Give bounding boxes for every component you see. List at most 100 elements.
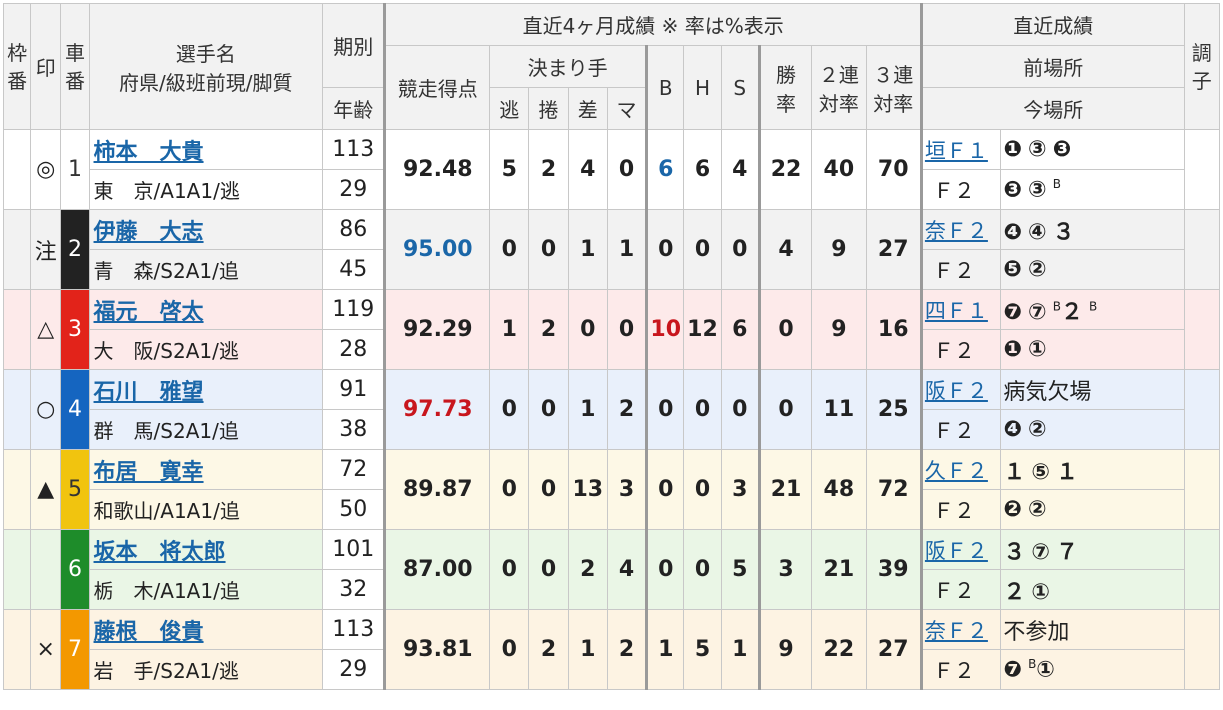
sashi-cell: 1 xyxy=(567,609,608,690)
prev-results: １⑤１ xyxy=(1003,459,1085,485)
makuri-cell: 0 xyxy=(528,369,569,450)
rider-pref-class-style: 大 阪/S2A1/逃 xyxy=(88,329,324,370)
header-k-makuri: 捲 xyxy=(528,87,569,130)
points-cell: 87.00 xyxy=(383,529,491,610)
condition-cell xyxy=(1183,209,1221,290)
points-cell: 93.81 xyxy=(383,609,491,690)
rider-name-link[interactable]: 石川 雅望 xyxy=(94,380,204,405)
prev-results-cell: 不参加 xyxy=(1000,609,1185,650)
ren3-rate-cell: 72 xyxy=(865,449,922,530)
nige-cell: 0 xyxy=(489,529,530,610)
ren2-rate-cell: 11 xyxy=(811,369,867,450)
rider-pref-class-style: 東 京/A1A1/逃 xyxy=(88,169,324,210)
header-recent-group: 直近4ヶ月成績 ※ 率は%表示 xyxy=(383,3,922,46)
s-cell: 6 xyxy=(720,289,760,370)
nige-cell: 5 xyxy=(489,129,530,210)
this-results: ❷② xyxy=(1003,497,1053,522)
this-venue-cell: Ｆ２ xyxy=(919,329,1002,370)
age-cell: 29 xyxy=(322,649,386,690)
this-results-cell: ❸③B xyxy=(1000,169,1185,210)
mark-cell: 注 xyxy=(30,209,62,290)
prev-venue-link[interactable]: 垣Ｆ１ xyxy=(925,139,988,163)
b-cell: 0 xyxy=(645,449,685,530)
term-cell: 72 xyxy=(322,449,386,490)
prev-venue-cell[interactable]: 四Ｆ１ xyxy=(919,289,1002,330)
nige-cell: 0 xyxy=(489,369,530,450)
prev-venue-cell[interactable]: 久Ｆ２ xyxy=(919,449,1002,490)
points-cell: 97.73 xyxy=(383,369,491,450)
prev-venue-cell[interactable]: 垣Ｆ１ xyxy=(919,129,1002,170)
s-cell: 3 xyxy=(720,449,760,530)
this-sup-b: B xyxy=(1052,176,1061,191)
win-rate-cell: 21 xyxy=(757,449,813,530)
prev-results: 不参加 xyxy=(1003,619,1070,645)
prev-venue-link[interactable]: 奈Ｆ２ xyxy=(925,219,988,243)
prev-results-after: ２ xyxy=(1060,299,1089,325)
header-term: 期別 xyxy=(322,3,386,88)
prev-venue-link[interactable]: 四Ｆ１ xyxy=(925,299,988,323)
ren2-rate-cell: 40 xyxy=(811,129,867,210)
prev-venue-cell[interactable]: 阪Ｆ２ xyxy=(919,369,1002,410)
prev-results-cell: ３⑦７ xyxy=(1000,529,1185,570)
prev-venue-cell[interactable]: 阪Ｆ２ xyxy=(919,529,1002,570)
term-cell: 101 xyxy=(322,529,386,570)
rider-name-link[interactable]: 坂本 将太郎 xyxy=(94,540,226,565)
header-age: 年齢 xyxy=(322,87,386,130)
rider-row: ○ 4 石川 雅望 91 97.73 0 0 1 2 0 0 0 0 11 25 阪Ｆ２ 病気欠場 xyxy=(2,369,1221,450)
mark-cell: ○ xyxy=(30,369,62,450)
prev-results-cell: ❼⑦B２B xyxy=(1000,289,1185,330)
this-results-cell: ❺② xyxy=(1000,249,1185,290)
rider-name-link[interactable]: 福元 啓太 xyxy=(94,300,204,325)
makuri-cell: 2 xyxy=(528,129,569,210)
prev-venue-cell[interactable]: 奈Ｆ２ xyxy=(919,209,1002,250)
rider-name[interactable]: 伊藤 大志 xyxy=(88,209,324,250)
rider-name[interactable]: 石川 雅望 xyxy=(88,369,324,410)
term-cell: 86 xyxy=(322,209,386,250)
makuri-cell: 0 xyxy=(528,529,569,610)
prev-venue-link[interactable]: 阪Ｆ２ xyxy=(925,539,988,563)
rider-name-link[interactable]: 柿本 大貴 xyxy=(94,140,204,165)
h-cell: 0 xyxy=(683,449,722,530)
this-venue-label: Ｆ２ xyxy=(932,338,975,363)
header-k-nige: 逃 xyxy=(489,87,530,130)
b-cell: 0 xyxy=(645,529,685,610)
car-number: 3 xyxy=(60,289,90,370)
rider-name[interactable]: 柿本 大貴 xyxy=(88,129,324,170)
prev-venue-link[interactable]: 久Ｆ２ xyxy=(925,459,988,483)
ma-cell: 4 xyxy=(606,529,648,610)
prev-venue-link[interactable]: 奈Ｆ２ xyxy=(925,619,988,643)
rider-name-link[interactable]: 藤根 俊貴 xyxy=(94,620,204,645)
this-results-cell: ❹② xyxy=(1000,409,1185,450)
sashi-cell: 4 xyxy=(567,129,608,210)
s-cell: 1 xyxy=(720,609,760,690)
sashi-cell: 1 xyxy=(567,369,608,450)
header-this-venue: 今場所 xyxy=(919,87,1185,130)
age-cell: 32 xyxy=(322,569,386,610)
prev-venue-cell[interactable]: 奈Ｆ２ xyxy=(919,609,1002,650)
rider-name-link[interactable]: 伊藤 大志 xyxy=(94,220,204,245)
this-results: ❶① xyxy=(1003,337,1053,362)
this-results: ❸③ xyxy=(1003,177,1053,203)
ma-cell: 3 xyxy=(606,449,648,530)
rider-name[interactable]: 坂本 将太郎 xyxy=(88,529,324,570)
header-win-rate: 勝率 xyxy=(757,45,813,130)
prev-venue-link[interactable]: 阪Ｆ２ xyxy=(925,379,988,403)
win-rate-cell: 4 xyxy=(757,209,813,290)
rider-name[interactable]: 福元 啓太 xyxy=(88,289,324,330)
term-cell: 119 xyxy=(322,289,386,330)
header-prev-venue: 前場所 xyxy=(919,45,1185,88)
waku-cell xyxy=(2,609,32,690)
rider-pref-class-style: 青 森/S2A1/追 xyxy=(88,249,324,290)
ren3-rate-cell: 70 xyxy=(865,129,922,210)
prev-results-cell: 病気欠場 xyxy=(1000,369,1185,410)
sashi-cell: 0 xyxy=(567,289,608,370)
rider-name-link[interactable]: 布居 寛幸 xyxy=(94,460,204,485)
rider-name[interactable]: 布居 寛幸 xyxy=(88,449,324,490)
this-venue-label: Ｆ２ xyxy=(932,578,975,603)
rider-name[interactable]: 藤根 俊貴 xyxy=(88,609,324,650)
b-cell: 0 xyxy=(645,209,685,290)
ren3-rate-cell: 27 xyxy=(865,209,922,290)
condition-cell xyxy=(1183,609,1221,690)
this-results: ❺② xyxy=(1003,257,1053,282)
points-cell: 92.48 xyxy=(383,129,491,210)
